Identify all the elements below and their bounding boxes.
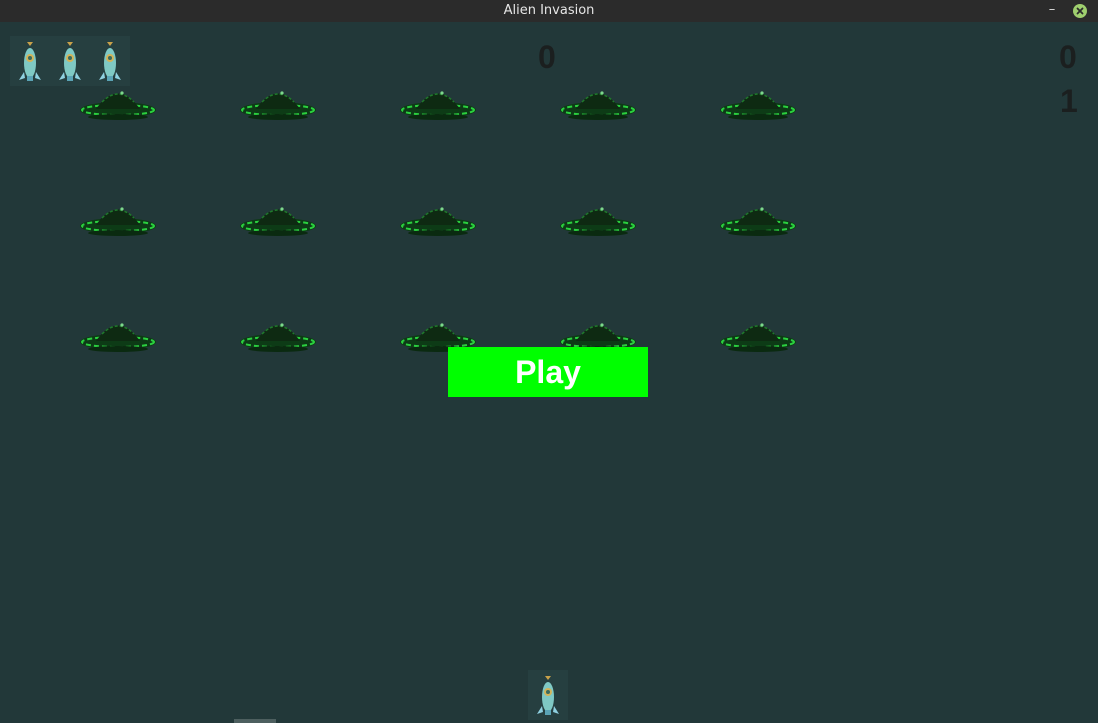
alien-icon — [78, 84, 158, 124]
level-display: 1 — [1060, 83, 1078, 119]
alien-icon — [398, 200, 478, 240]
minimize-icon[interactable]: – — [1045, 1, 1059, 19]
window-title: Alien Invasion — [503, 3, 595, 18]
alien-icon — [718, 316, 798, 356]
play-button-label: Play — [515, 354, 581, 390]
ship-icon — [528, 670, 568, 720]
title-bar: Alien Invasion – — [0, 0, 1098, 22]
high-score-display: 0 — [1059, 39, 1077, 75]
scroll-indicator — [234, 719, 276, 723]
alien-icon — [718, 200, 798, 240]
alien-icon — [558, 200, 638, 240]
alien-icon — [78, 200, 158, 240]
alien-icon — [718, 84, 798, 124]
score-display: 0 — [538, 39, 556, 75]
ship-icon — [50, 36, 90, 86]
game-canvas: 0 0 1 Play — [0, 22, 1098, 723]
alien-icon — [238, 316, 318, 356]
alien-icon — [398, 84, 478, 124]
alien-icon — [78, 316, 158, 356]
alien-icon — [558, 84, 638, 124]
alien-icon — [238, 200, 318, 240]
alien-icon — [238, 84, 318, 124]
ship-icon — [90, 36, 130, 86]
play-button[interactable]: Play — [448, 347, 648, 397]
game-window: Alien Invasion – 0 0 1 Play — [0, 0, 1098, 723]
ship-icon — [10, 36, 50, 86]
close-icon[interactable] — [1073, 4, 1087, 18]
